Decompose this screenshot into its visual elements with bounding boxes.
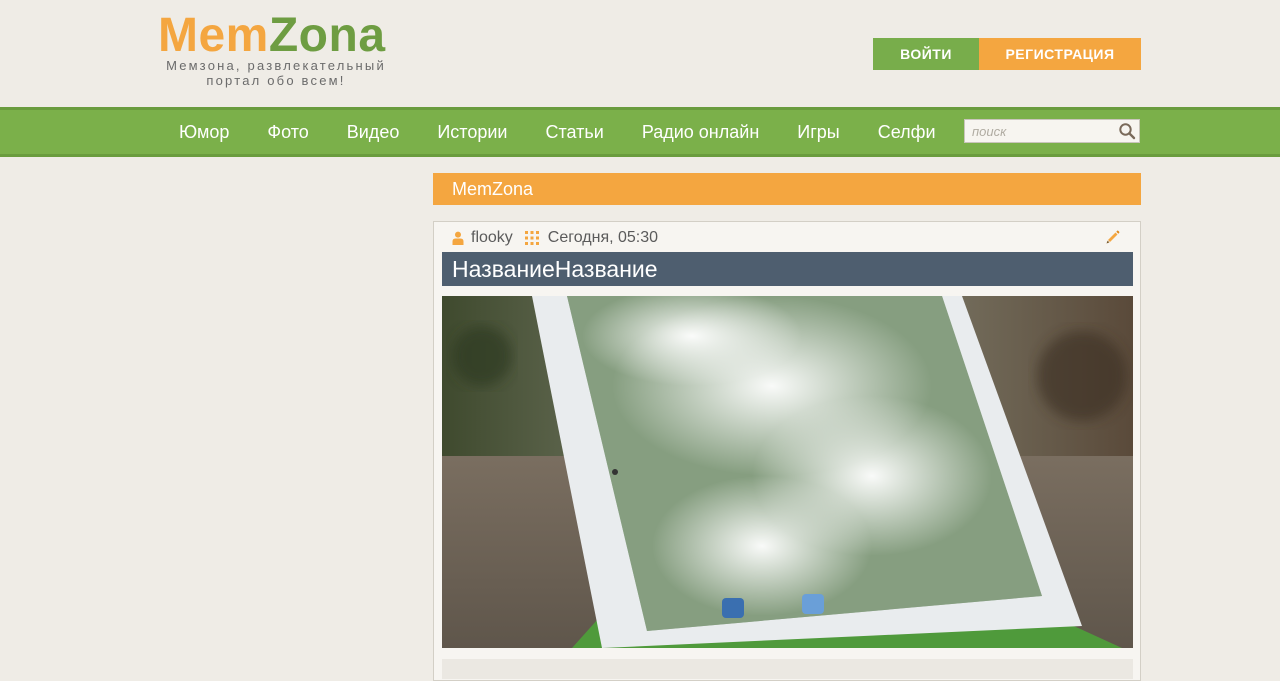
post-card: flooky Сегодня, 05:30 НазваниеНазвание bbox=[433, 221, 1141, 681]
logo-zona-text: Zona bbox=[268, 9, 386, 62]
nav-item-video[interactable]: Видео bbox=[328, 110, 419, 154]
logo-tagline: Мемзона, развлекательный портал обо всем… bbox=[158, 58, 394, 88]
search-box bbox=[964, 119, 1140, 143]
nav-item-stories[interactable]: Истории bbox=[418, 110, 526, 154]
nav-item-humor[interactable]: Юмор bbox=[160, 110, 248, 154]
nav-item-selfie[interactable]: Селфи bbox=[859, 110, 955, 154]
nav-item-articles[interactable]: Статьи bbox=[526, 110, 622, 154]
nav-item-photo[interactable]: Фото bbox=[248, 110, 327, 154]
post-meta: flooky Сегодня, 05:30 bbox=[452, 228, 658, 248]
logo[interactable]: MemZona Мемзона, развлекательный портал … bbox=[158, 10, 398, 89]
site-header: MemZona Мемзона, развлекательный портал … bbox=[0, 0, 1280, 107]
section-title-bar: MemZona bbox=[433, 173, 1141, 205]
tagline-line-1: Мемзона, развлекательный bbox=[166, 58, 386, 73]
search-icon[interactable] bbox=[1118, 122, 1136, 140]
post-footer bbox=[442, 659, 1133, 679]
pencil-icon[interactable] bbox=[1106, 230, 1120, 244]
tablet-photo bbox=[442, 296, 1133, 648]
register-button[interactable]: РЕГИСТРАЦИЯ bbox=[979, 38, 1141, 70]
nav-items: Юмор Фото Видео Истории Статьи Радио онл… bbox=[160, 110, 955, 154]
auth-buttons: ВОЙТИ РЕГИСТРАЦИЯ bbox=[873, 38, 1141, 70]
tagline-line-2: портал обо всем! bbox=[206, 73, 346, 88]
logo-title: MemZona bbox=[158, 10, 398, 62]
logo-mem-text: Mem bbox=[158, 9, 269, 62]
post-title[interactable]: НазваниеНазвание bbox=[442, 252, 1133, 286]
nav-item-games[interactable]: Игры bbox=[778, 110, 858, 154]
post-author[interactable]: flooky bbox=[471, 229, 513, 247]
login-button[interactable]: ВОЙТИ bbox=[873, 38, 979, 70]
post-date: Сегодня, 05:30 bbox=[547, 229, 659, 246]
post-image[interactable] bbox=[442, 296, 1133, 648]
search-input[interactable] bbox=[965, 120, 1115, 142]
main-nav: Юмор Фото Видео Истории Статьи Радио онл… bbox=[0, 107, 1280, 157]
nav-item-radio[interactable]: Радио онлайн bbox=[623, 110, 778, 154]
user-icon bbox=[452, 231, 464, 245]
grid-icon bbox=[524, 231, 539, 245]
